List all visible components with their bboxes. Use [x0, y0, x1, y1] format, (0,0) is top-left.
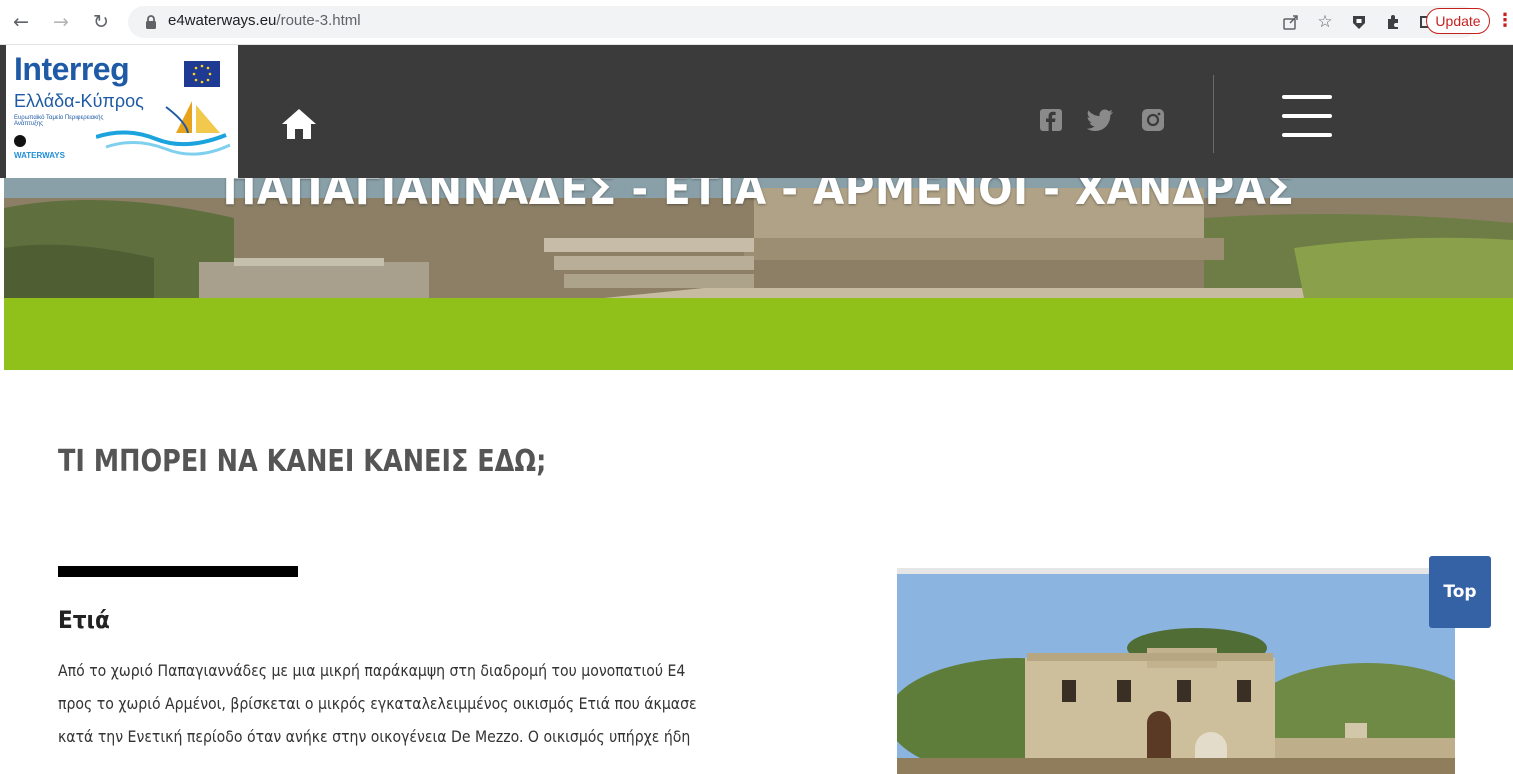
- section-accent-bar: [58, 566, 298, 577]
- hero-banner: ΠΑΠΑΓΙΑΝΝΑΔΕΣ - ΕΤΙΑ - ΑΡΜΕΝΟΙ - ΧΑΝΔΡΑΣ: [4, 178, 1513, 298]
- paragraph-line: Από το χωριό Παπαγιαννάδες με μια μικρή …: [58, 661, 686, 680]
- sailboat-logo-icon: [96, 101, 231, 156]
- extensions-puzzle-icon[interactable]: [1382, 11, 1404, 33]
- twitter-icon[interactable]: [1086, 109, 1114, 131]
- browser-toolbar: ← → ↻ e4waterways.eu/route-3.html ☆ Upda…: [0, 0, 1513, 45]
- eu-flag-icon: [184, 61, 220, 87]
- paragraph-line: προς το χωριό Αρμένοι, βρίσκεται ο μικρό…: [58, 694, 697, 713]
- share-icon[interactable]: [1280, 11, 1302, 33]
- address-bar[interactable]: e4waterways.eu/route-3.html ☆: [128, 6, 1478, 38]
- logo-project-name: WATERWAYS: [14, 151, 65, 160]
- update-button[interactable]: Update: [1426, 8, 1490, 34]
- green-band: [4, 298, 1513, 370]
- home-icon[interactable]: [280, 107, 318, 141]
- logo-title: Interreg: [14, 51, 130, 87]
- forward-icon[interactable]: →: [48, 9, 74, 35]
- place-photo: [897, 568, 1455, 774]
- browser-menu-icon[interactable]: ⋮: [1496, 10, 1513, 34]
- site-logo[interactable]: Interreg Ελλάδα-Κύπρος Ευρωπαϊκό Ταμείο …: [6, 45, 238, 178]
- url-text[interactable]: e4waterways.eu/route-3.html: [168, 12, 361, 29]
- back-icon[interactable]: ←: [8, 9, 34, 35]
- paragraph-line: κατά την Ενετική περίοδο όταν ανήκε στην…: [58, 727, 691, 746]
- site-header: Interreg Ελλάδα-Κύπρος Ευρωπαϊκό Ταμείο …: [0, 45, 1513, 178]
- hamburger-menu-icon[interactable]: [1282, 95, 1332, 137]
- url-path: /route-3.html: [276, 12, 361, 29]
- lock-icon[interactable]: [144, 15, 158, 29]
- section-heading: ΤΙ ΜΠΟΡΕΙ ΝΑ ΚΑΝΕΙ ΚΑΝΕΙΣ ΕΔΩ;: [58, 444, 547, 479]
- logo-badge-icon: [14, 135, 26, 147]
- back-to-top-button[interactable]: Top: [1429, 556, 1491, 628]
- place-title: Ετιά: [58, 606, 110, 634]
- bookmark-star-icon[interactable]: ☆: [1314, 11, 1336, 33]
- url-host: e4waterways.eu: [168, 12, 277, 29]
- header-divider: [1213, 75, 1214, 153]
- reload-icon[interactable]: ↻: [88, 9, 114, 35]
- facebook-icon[interactable]: [1040, 109, 1062, 131]
- extension-shield-icon[interactable]: [1348, 11, 1370, 33]
- hero-title: ΠΑΠΑΓΙΑΝΝΑΔΕΣ - ΕΤΙΑ - ΑΡΜΕΝΟΙ - ΧΑΝΔΡΑΣ: [222, 178, 1295, 215]
- place-description: Από το χωριό Παπαγιαννάδες με μια μικρή …: [58, 654, 832, 753]
- instagram-icon[interactable]: [1142, 109, 1164, 131]
